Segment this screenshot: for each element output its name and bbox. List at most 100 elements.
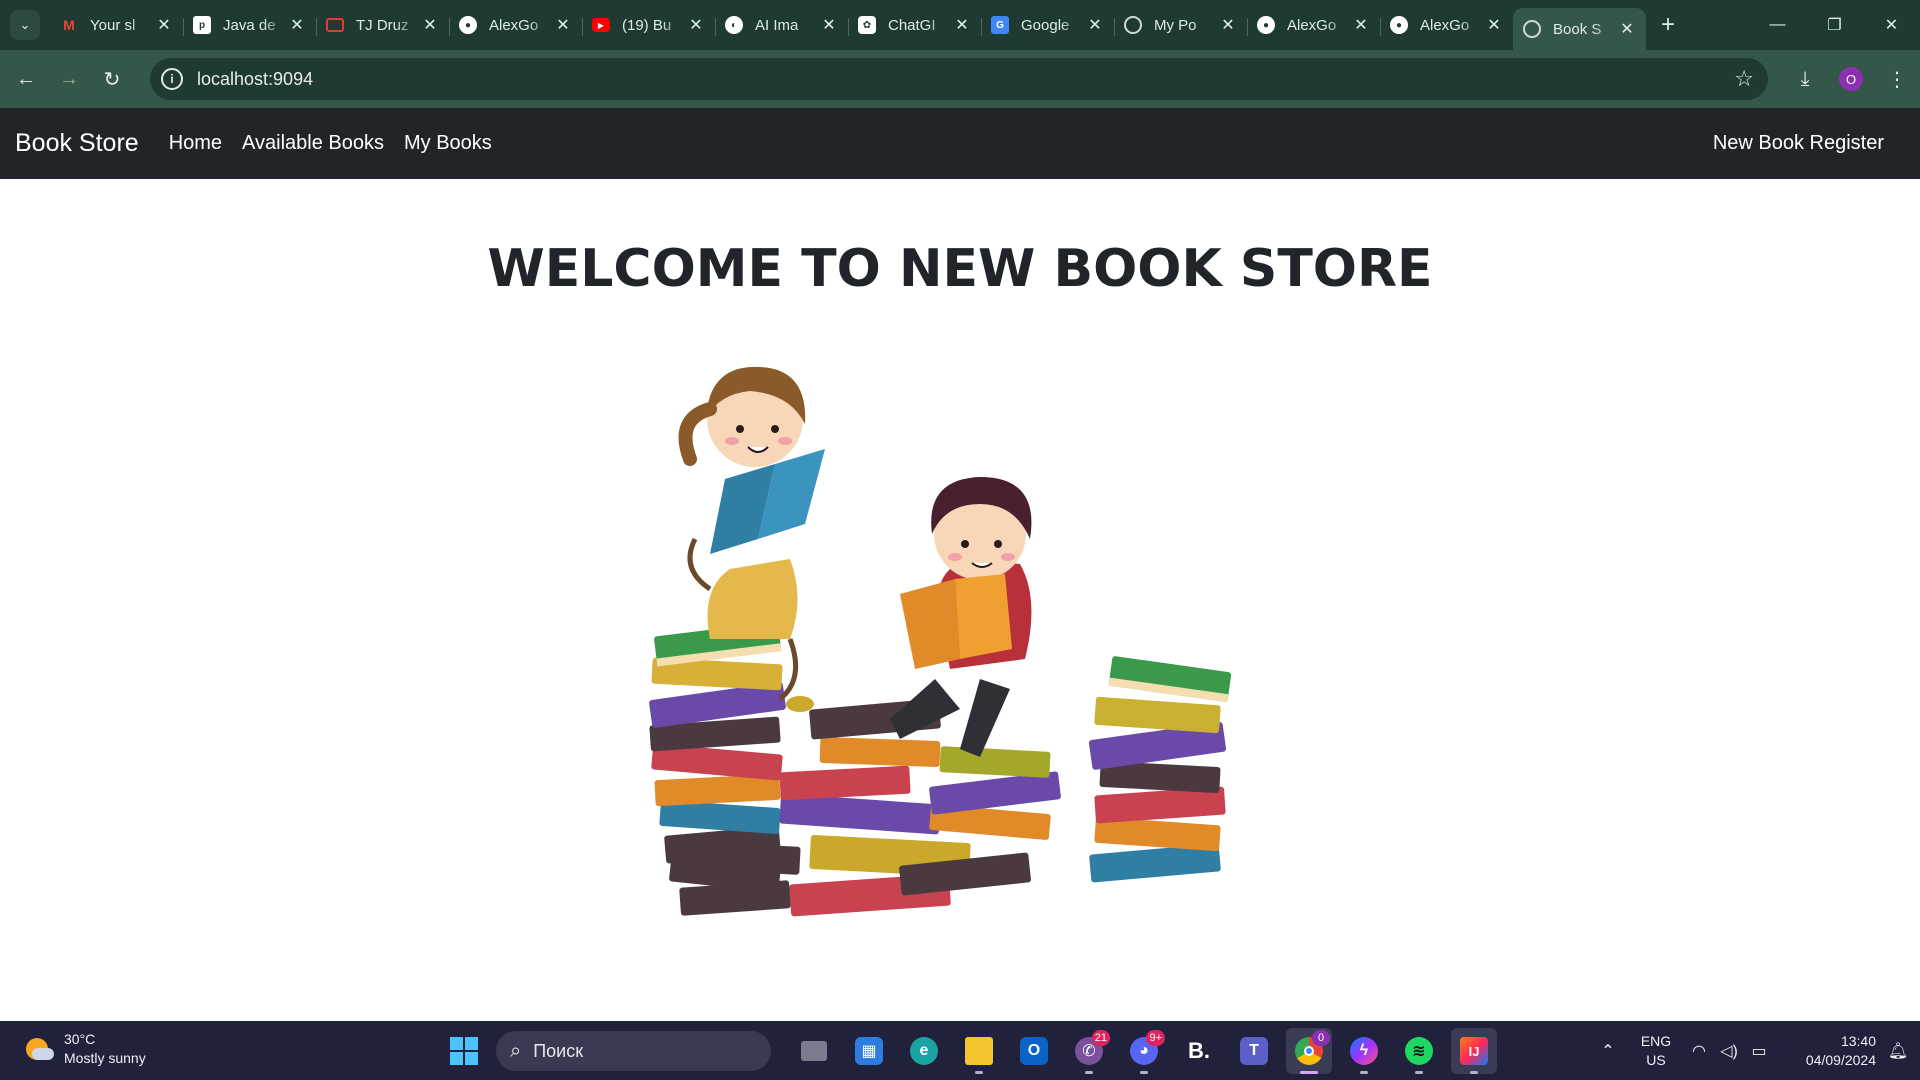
running-indicator [975,1071,983,1074]
windows-start-icon[interactable] [441,1028,487,1074]
tab[interactable]: TJ Druz ✕ [316,6,449,44]
taskbar-search-input[interactable]: ⌕ Поиск [496,1031,771,1071]
toolbar-right: ⤓ O ⋮ [1782,50,1920,108]
download-icon[interactable]: ⤓ [1782,56,1828,102]
new-tab-button[interactable]: + [1652,9,1684,41]
messenger-icon[interactable]: ϟ [1341,1028,1387,1074]
kids-reading-illustration [649,366,1232,917]
tab[interactable]: M Your sl ✕ [50,6,183,44]
menu-kebab-icon[interactable]: ⋮ [1874,56,1920,102]
notification-bell-icon[interactable]: 🔔︎ [1876,1041,1920,1061]
back-icon[interactable]: ← [9,62,43,96]
tab-title: AlexGo [1287,16,1337,34]
globe-icon [1523,20,1541,38]
browser-toolbar: ← → ↻ i localhost:9094 ☆ ⤓ O ⋮ [0,50,1920,108]
site-info-icon[interactable]: i [161,68,183,90]
edge-icon[interactable]: e [901,1028,947,1074]
close-icon[interactable]: ✕ [820,16,838,34]
tab-title: (19) Bu [622,16,672,34]
notification-badge: 21 [1091,1030,1110,1046]
close-icon[interactable]: ✕ [1352,16,1370,34]
boy-reading [890,477,1032,757]
url-text[interactable]: localhost:9094 [197,69,313,90]
github-icon: ● [1257,16,1275,34]
browser-tab-strip: ⌄ M Your sl ✕ p Java de ✕ TJ Druz ✕ ● Al… [0,0,1920,50]
close-icon[interactable]: ✕ [953,16,971,34]
search-placeholder: Поиск [533,1040,584,1061]
file-explorer-icon[interactable] [956,1028,1002,1074]
nav-link-my-books[interactable]: My Books [404,132,492,155]
volume-icon[interactable]: ◁) [1714,1041,1744,1061]
intellij-icon[interactable]: IJ [1451,1028,1497,1074]
avatar: O [1839,67,1863,91]
youtube-icon: ▶ [592,18,610,32]
close-icon[interactable]: ✕ [554,16,572,34]
restore-icon[interactable]: ❐ [1806,0,1863,50]
nav-link-new-book-register[interactable]: New Book Register [1713,132,1884,155]
language-indicator[interactable]: ENG US [1628,1032,1684,1070]
p-icon: p [193,16,211,34]
google-translate-icon: G [991,16,1009,34]
tab[interactable]: ◐ AI Ima ✕ [715,6,848,44]
battery-icon[interactable]: ▭ [1744,1041,1774,1061]
microsoft-store-icon[interactable]: ▦ [846,1028,892,1074]
minimize-icon[interactable]: — [1749,0,1806,50]
gmail-icon: M [63,17,75,33]
tab-title: ChatGI [888,16,936,34]
teams-icon[interactable]: T [1231,1028,1277,1074]
tab-title: Book S [1553,20,1602,38]
outlook-icon[interactable]: O [1011,1028,1057,1074]
close-icon[interactable]: ✕ [288,16,306,34]
close-icon[interactable]: ✕ [1618,20,1636,38]
tab-search-button[interactable]: ⌄ [10,10,40,40]
tab[interactable]: ▶ (19) Bu ✕ [582,6,715,44]
close-icon[interactable]: ✕ [155,16,173,34]
tab[interactable]: ● AlexGo ✕ [1380,6,1513,44]
bookmark-star-icon[interactable]: ☆ [1734,66,1754,92]
window-controls: — ❐ ✕ [1749,0,1920,50]
search-icon: ⌕ [510,1039,522,1062]
weather-widget[interactable]: 30°C Mostly sunny [24,1030,146,1068]
spotify-icon[interactable]: ≋ [1396,1028,1442,1074]
chrome-icon[interactable]: 0 [1286,1028,1332,1074]
running-indicator [1415,1071,1423,1074]
tab[interactable]: ● AlexGo ✕ [1247,6,1380,44]
tab[interactable]: My Po ✕ [1114,6,1247,44]
nav-link-available-books[interactable]: Available Books [242,132,384,155]
address-bar[interactable]: i localhost:9094 ☆ [150,58,1768,100]
close-window-icon[interactable]: ✕ [1863,0,1920,50]
clock-time: 13:40 [1840,1032,1876,1049]
tab-title: Google [1021,16,1070,34]
language-line2: US [1646,1051,1666,1068]
ai-icon: ◐ [725,16,743,34]
close-icon[interactable]: ✕ [1485,16,1503,34]
viber-icon[interactable]: ✆ 21 [1066,1028,1112,1074]
wifi-icon[interactable]: ◠ [1684,1041,1714,1061]
github-icon: ● [459,16,477,34]
booking-icon[interactable]: B. [1176,1028,1222,1074]
clock[interactable]: 13:40 04/09/2024 [1782,1032,1876,1070]
navbar-brand[interactable]: Book Store [15,129,139,158]
tab[interactable]: ● AlexGo ✕ [449,6,582,44]
running-indicator [1140,1071,1148,1074]
nav-link-home[interactable]: Home [169,132,222,155]
tab[interactable]: G Google ✕ [981,6,1114,44]
close-icon[interactable]: ✕ [1086,16,1104,34]
chevron-up-icon[interactable]: ⌃ [1588,1041,1628,1061]
tab-title: TJ Druz [356,16,409,34]
profile-button[interactable]: O [1828,56,1874,102]
close-icon[interactable]: ✕ [687,16,705,34]
task-view-icon[interactable] [791,1028,837,1074]
notification-badge: 0 [1312,1030,1330,1046]
forward-icon[interactable]: → [52,62,86,96]
discord-icon[interactable]: ◕ 9+ [1121,1028,1167,1074]
tab-active[interactable]: Book S ✕ [1513,8,1646,50]
close-icon[interactable]: ✕ [1219,16,1237,34]
tab[interactable]: ✿ ChatGI ✕ [848,6,981,44]
close-icon[interactable]: ✕ [421,16,439,34]
tab-title: AlexGo [489,16,539,34]
reload-icon[interactable]: ↻ [95,62,129,96]
clock-date: 04/09/2024 [1805,1051,1876,1068]
tab[interactable]: p Java de ✕ [183,6,316,44]
tab-title: Your sl [90,16,136,34]
